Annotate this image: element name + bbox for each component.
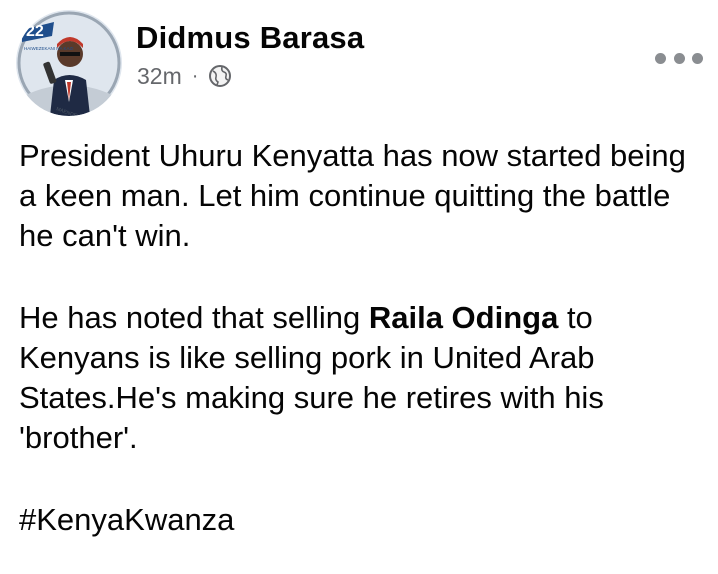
more-dot [692,52,703,64]
post-header: 22 HAIWEZEKANI NA KAZI MAENDELEO Didmus … [0,0,718,130]
post-timestamp[interactable]: 32m [137,63,182,90]
paragraph-2-text-before: He has noted that selling [19,300,369,335]
globe-icon[interactable] [208,64,232,88]
avatar-image: 22 HAIWEZEKANI NA KAZI MAENDELEO [16,10,122,116]
author-name[interactable]: Didmus Barasa [136,20,364,56]
post-meta: 32m · [137,62,232,90]
author-avatar[interactable]: 22 HAIWEZEKANI NA KAZI MAENDELEO [16,10,122,116]
meta-separator: · [191,64,199,87]
post-hashtag-line: #KenyaKwanza [19,500,709,540]
avatar-ribbon-text: HAIWEZEKANI NA KAZI [24,46,74,51]
more-options-icon[interactable] [655,44,703,72]
hashtag-link[interactable]: #KenyaKwanza [19,502,234,537]
post-paragraph-2: He has noted that selling Raila Odinga t… [19,298,709,458]
post-paragraph-1: President Uhuru Kenyatta has now started… [19,138,686,253]
more-dot [655,52,666,64]
more-dot [673,52,685,64]
avatar-badge-text: 22 [26,23,44,40]
mention-raila-odinga[interactable]: Raila Odinga [369,300,558,335]
post-body: President Uhuru Kenyatta has now started… [19,136,709,540]
